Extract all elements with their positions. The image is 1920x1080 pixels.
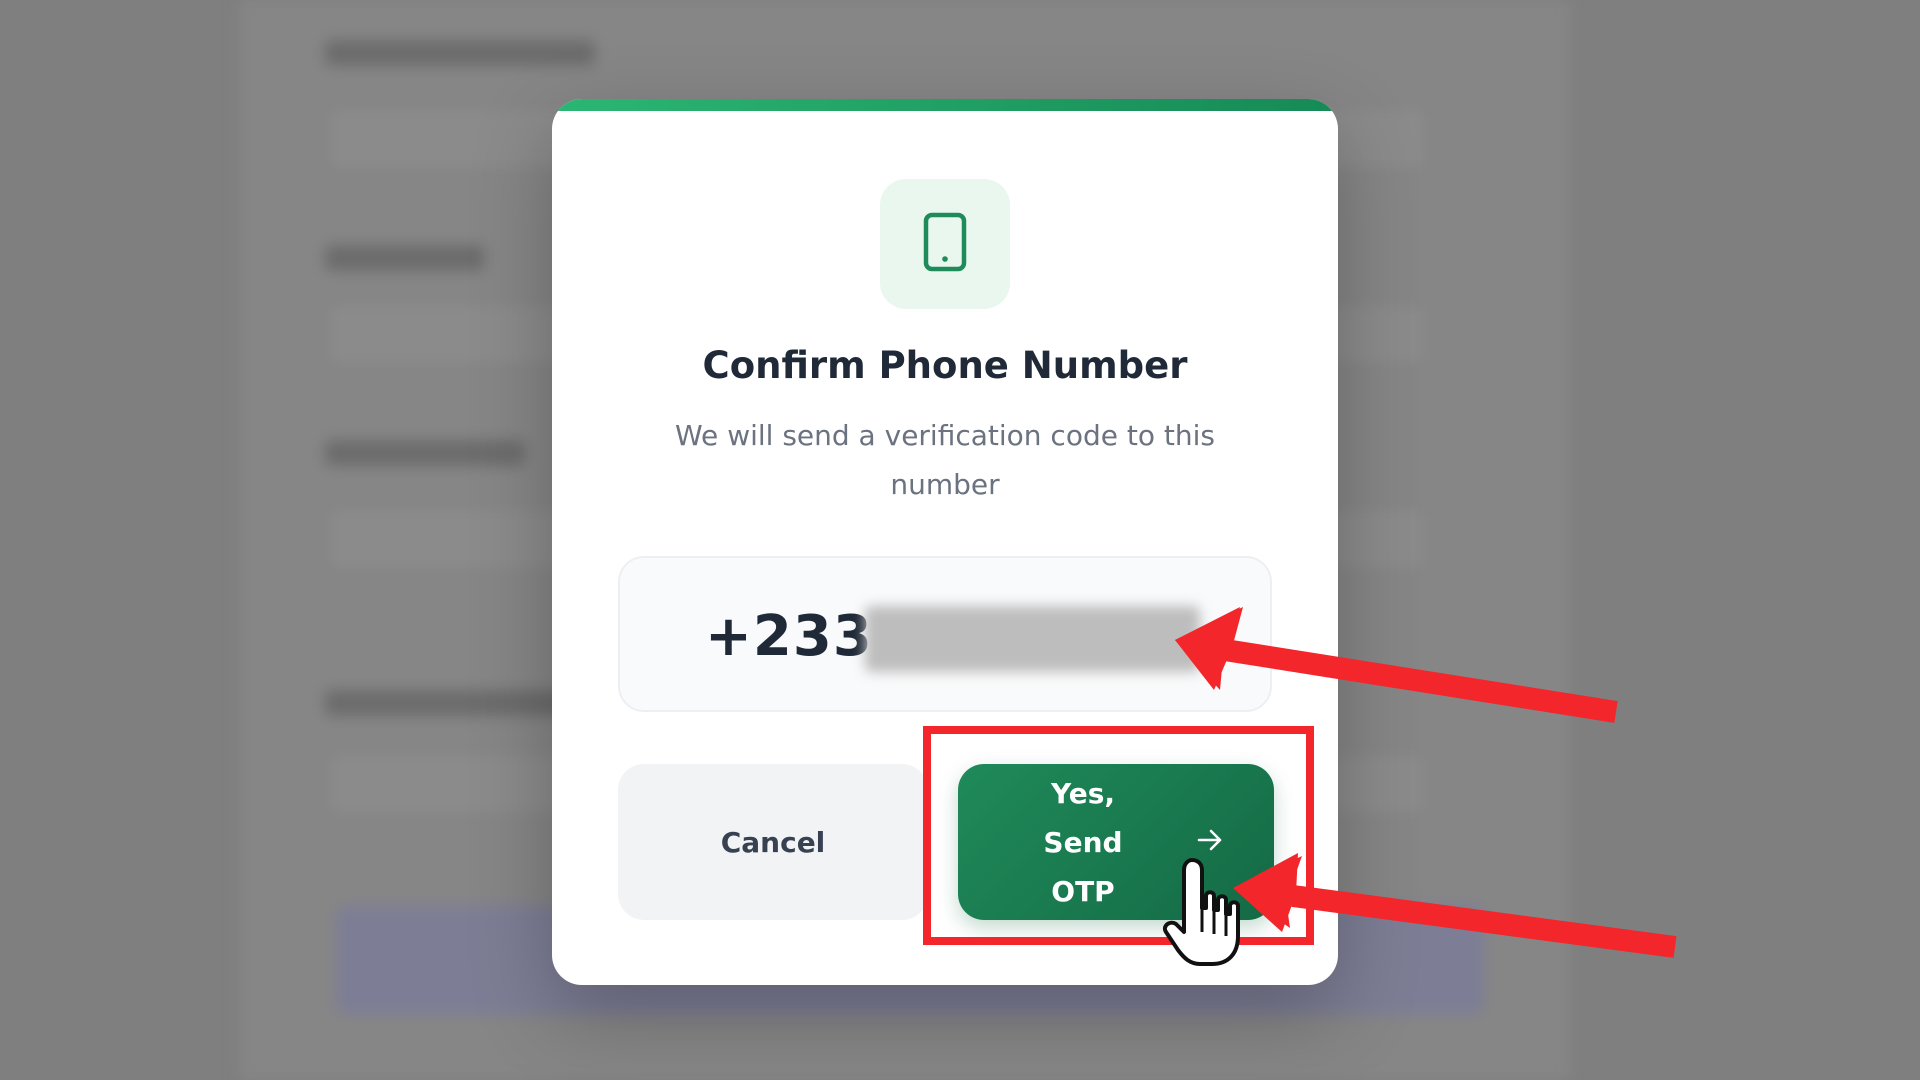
phone-country-code: +233 bbox=[705, 604, 873, 669]
icon-tile bbox=[880, 179, 1010, 309]
phone-number-display: +233 bbox=[618, 556, 1272, 712]
redacted-phone-digits bbox=[865, 606, 1200, 672]
smartphone-icon bbox=[921, 211, 969, 277]
dialog-title: Confirm Phone Number bbox=[702, 344, 1188, 387]
dialog-subtitle: We will send a verification code to this… bbox=[675, 419, 1215, 501]
cancel-button[interactable]: Cancel bbox=[618, 764, 928, 920]
dialog-accent-bar bbox=[552, 99, 1338, 111]
cancel-button-label: Cancel bbox=[720, 825, 826, 859]
annotation-highlight-box bbox=[923, 726, 1314, 945]
